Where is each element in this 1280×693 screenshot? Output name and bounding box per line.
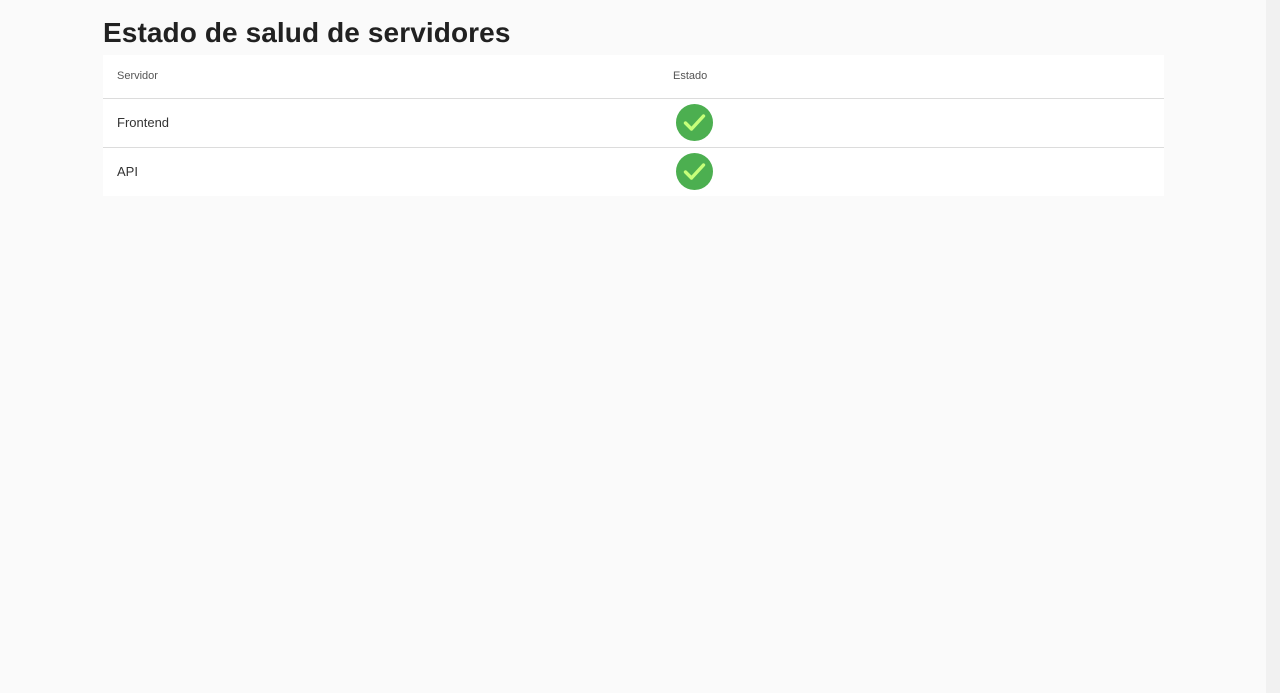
page: Estado de salud de servidores Servidor E… (0, 0, 1280, 693)
server-status-cell (673, 98, 1164, 147)
server-name: API (117, 164, 138, 180)
table-header-row: Servidor Estado (103, 55, 1164, 98)
table-row[interactable]: API (103, 147, 1164, 196)
column-header-status[interactable]: Estado (673, 55, 1164, 98)
check-circle-icon (676, 153, 713, 191)
main-content: Estado de salud de servidores Servidor E… (103, 14, 1164, 196)
server-name: Frontend (117, 115, 170, 130)
server-status-cell (673, 147, 1164, 196)
column-header-server[interactable]: Servidor (103, 55, 673, 98)
check-circle-icon (676, 104, 713, 141)
page-title: Estado de salud de servidores (103, 17, 511, 48)
scrollbar-track[interactable] (1266, 0, 1280, 693)
table-row[interactable]: Frontend (103, 98, 1164, 147)
server-health-table: Servidor Estado Frontend API (103, 55, 1164, 196)
table-header: Servidor Estado (103, 55, 1164, 98)
